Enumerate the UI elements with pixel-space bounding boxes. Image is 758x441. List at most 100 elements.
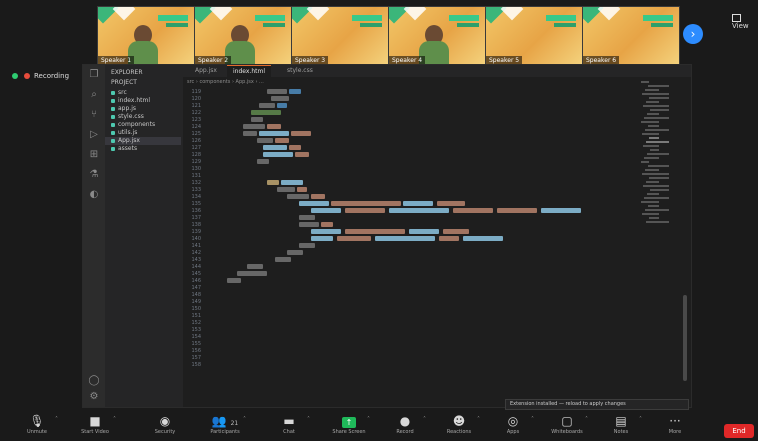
notes-button[interactable]: ▤ Notes ˄ — [594, 414, 648, 435]
explorer-item[interactable]: App.jsx — [105, 137, 181, 145]
whiteboards-button[interactable]: ▢ Whiteboards ˄ — [540, 414, 594, 435]
explorer-item[interactable]: utils.js — [111, 129, 137, 137]
participant-tile[interactable]: Speaker 2 — [194, 6, 292, 66]
code-token — [227, 278, 241, 283]
shared-screen-vscode: ❐ ⌕ ⑂ ▷ ⊞ ⚗ ◐ ◯ ⚙ EXPLORER PROJECT src in… — [82, 64, 692, 410]
record-dot-icon — [24, 73, 30, 79]
line-number: 136 — [191, 208, 201, 214]
file-icon — [111, 130, 115, 135]
connection-status-icon — [12, 73, 18, 79]
editor-tab[interactable]: index.html — [227, 65, 271, 78]
minimap-line — [649, 97, 669, 99]
share-screen-button[interactable]: ↑ Share Screen ˄ — [322, 414, 376, 435]
account-icon[interactable]: ◯ — [88, 375, 100, 387]
unmute-button[interactable]: 🎙 Unmute ˄ — [10, 414, 64, 435]
participant-tile[interactable]: Speaker 4 — [388, 6, 486, 66]
line-number: 127 — [191, 145, 201, 151]
recording-indicator[interactable]: Recording — [12, 72, 69, 80]
more-button[interactable]: ··· More — [648, 414, 702, 435]
chevron-up-icon[interactable]: ˄ — [367, 416, 370, 423]
chevron-up-icon[interactable]: ˄ — [423, 416, 426, 423]
code-token — [287, 194, 309, 199]
apps-button[interactable]: ◎ Apps ˄ — [486, 414, 540, 435]
record-button[interactable]: ● Record ˄ — [378, 414, 432, 435]
security-button[interactable]: ◉ Security — [138, 414, 192, 435]
code-token — [243, 131, 257, 136]
shield-icon: ◉ — [159, 414, 171, 428]
participant-tile[interactable]: Speaker 5 — [485, 6, 583, 66]
minimap[interactable] — [641, 81, 675, 223]
editor-tabs: App.jsx index.html style.css — [183, 65, 691, 78]
explorer-item-label: src — [118, 89, 127, 96]
notification-toast[interactable]: Extension installed — reload to apply ch… — [505, 399, 689, 410]
explorer-item[interactable]: index.html — [111, 97, 150, 105]
minimap-line — [648, 205, 659, 207]
participant-tile[interactable]: Speaker 1 — [97, 6, 195, 66]
background-banner — [457, 23, 479, 27]
project-folder[interactable]: PROJECT — [111, 79, 137, 87]
editor-scrollbar[interactable] — [683, 295, 687, 381]
explorer-item[interactable]: style.css — [111, 113, 144, 121]
file-icon — [111, 106, 115, 111]
gallery-next-button[interactable]: › — [683, 24, 703, 44]
chevron-up-icon[interactable]: ˄ — [531, 416, 534, 423]
minimap-line — [642, 213, 659, 215]
explorer-item[interactable]: src — [111, 89, 127, 97]
explorer-item[interactable]: assets — [111, 145, 137, 153]
toolbar-label: Share Screen — [332, 429, 366, 435]
code-token — [277, 103, 287, 108]
testing-icon[interactable]: ⚗ — [88, 169, 100, 181]
minimap-line — [644, 117, 669, 119]
code-token — [263, 145, 287, 150]
chevron-up-icon[interactable]: ˄ — [243, 416, 246, 423]
chevron-up-icon[interactable]: ˄ — [639, 416, 642, 423]
minimap-line — [647, 153, 669, 155]
code-token — [259, 131, 289, 136]
file-icon — [111, 122, 115, 127]
line-number: 120 — [191, 96, 201, 102]
start-video-button[interactable]: ■ Start Video ˄ — [68, 414, 122, 435]
settings-gear-icon[interactable]: ⚙ — [88, 391, 100, 403]
remote-icon[interactable]: ◐ — [88, 189, 100, 201]
explorer-item[interactable]: components — [111, 121, 155, 129]
view-icon — [732, 14, 741, 22]
minimap-line — [649, 177, 669, 179]
toolbar-label: Participants — [210, 429, 240, 435]
view-button[interactable]: View — [732, 14, 758, 30]
chevron-up-icon[interactable]: ˄ — [307, 416, 310, 423]
line-number: 150 — [191, 306, 201, 312]
participant-tile[interactable]: Speaker 6 — [582, 6, 680, 66]
code-token — [257, 138, 273, 143]
minimap-line — [645, 129, 669, 131]
chevron-up-icon[interactable]: ˄ — [55, 416, 58, 423]
extensions-icon[interactable]: ⊞ — [88, 149, 100, 161]
end-meeting-button[interactable]: End — [724, 424, 754, 438]
explorer-item[interactable]: app.js — [111, 105, 136, 113]
editor-area[interactable]: App.jsx index.html style.css src › compone… — [183, 65, 691, 410]
reactions-button[interactable]: ☻ Reactions ˄ — [432, 414, 486, 435]
code-token — [297, 187, 307, 192]
chevron-up-icon[interactable]: ˄ — [113, 416, 116, 423]
minimap-line — [648, 125, 659, 127]
files-icon[interactable]: ❐ — [88, 69, 100, 81]
chevron-up-icon[interactable]: ˄ — [477, 416, 480, 423]
toolbar-label: More — [668, 429, 682, 435]
run-debug-icon[interactable]: ▷ — [88, 129, 100, 141]
line-number: 125 — [191, 131, 201, 137]
breadcrumb[interactable]: src › components › App.jsx › ... — [187, 79, 264, 85]
line-number: 157 — [191, 355, 201, 361]
file-icon — [111, 146, 115, 151]
code-token — [267, 180, 279, 185]
editor-tab[interactable]: style.css — [281, 65, 319, 77]
chevron-up-icon[interactable]: ˄ — [585, 416, 588, 423]
code-token — [463, 236, 503, 241]
line-number: 123 — [191, 117, 201, 123]
code-content[interactable] — [207, 89, 637, 389]
chat-button[interactable]: ▬ Chat ˄ — [262, 414, 316, 435]
minimap-line — [641, 81, 649, 83]
editor-tab[interactable]: App.jsx — [189, 65, 223, 77]
participant-tile[interactable]: Speaker 3 — [291, 6, 389, 66]
search-icon[interactable]: ⌕ — [88, 89, 100, 101]
source-control-icon[interactable]: ⑂ — [88, 109, 100, 121]
participants-button[interactable]: 👥 21 Participants ˄ — [198, 414, 252, 435]
